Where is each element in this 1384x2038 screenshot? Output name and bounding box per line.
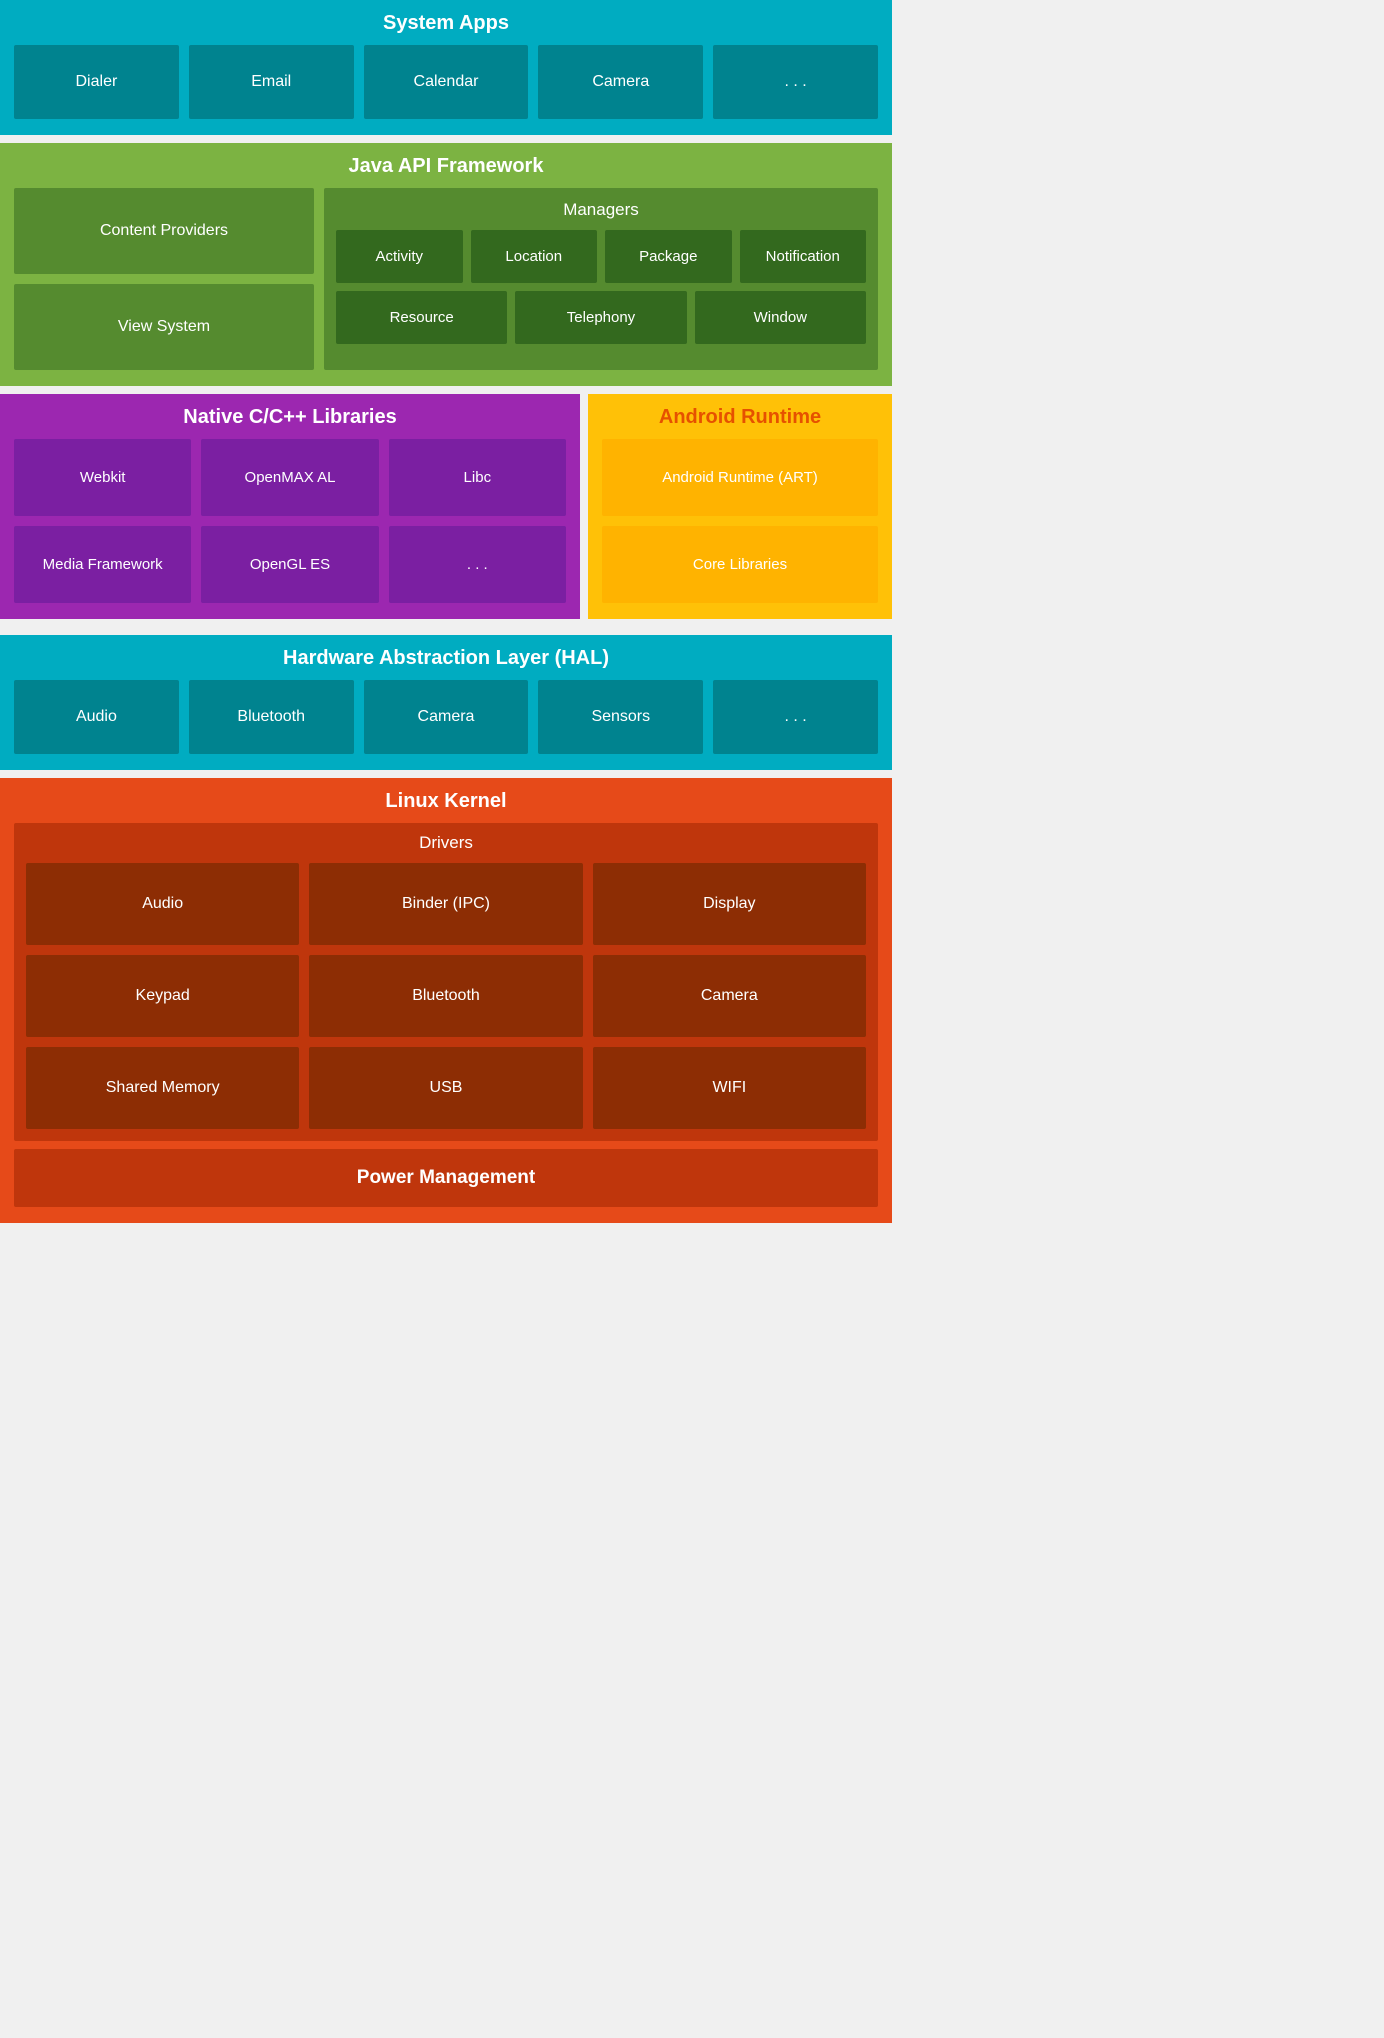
- manager-notification: Notification: [740, 230, 867, 283]
- app-more: . . .: [713, 45, 878, 119]
- native-openmax: OpenMAX AL: [201, 439, 378, 516]
- driver-binder: Binder (IPC): [309, 863, 582, 945]
- app-dialer: Dialer: [14, 45, 179, 119]
- managers-row2: Resource Telephony Window: [336, 291, 866, 344]
- manager-telephony: Telephony: [515, 291, 686, 344]
- linux-kernel-title: Linux Kernel: [14, 790, 878, 813]
- view-system-box: View System: [14, 284, 314, 370]
- driver-keypad: Keypad: [26, 955, 299, 1037]
- drivers-grid: Audio Binder (IPC) Display Keypad Blueto…: [26, 863, 866, 1129]
- hal-audio: Audio: [14, 680, 179, 754]
- java-api-title: Java API Framework: [14, 155, 878, 178]
- driver-bluetooth: Bluetooth: [309, 955, 582, 1037]
- native-libc: Libc: [389, 439, 566, 516]
- driver-shared-memory: Shared Memory: [26, 1047, 299, 1129]
- driver-audio: Audio: [26, 863, 299, 945]
- native-more: . . .: [389, 526, 566, 603]
- hal-bluetooth: Bluetooth: [189, 680, 354, 754]
- drivers-title: Drivers: [26, 833, 866, 853]
- hal-more: . . .: [713, 680, 878, 754]
- managers-section: Managers Activity Location Package Notif…: [324, 188, 878, 370]
- android-runtime-layer: Android Runtime Android Runtime (ART) Co…: [588, 394, 892, 619]
- driver-usb: USB: [309, 1047, 582, 1129]
- content-providers-box: Content Providers: [14, 188, 314, 274]
- java-api-layer: Java API Framework Content Providers Vie…: [0, 143, 892, 386]
- manager-location: Location: [471, 230, 598, 283]
- java-left: Content Providers View System: [14, 188, 314, 370]
- java-inner: Content Providers View System Managers A…: [14, 188, 878, 370]
- app-calendar: Calendar: [364, 45, 529, 119]
- driver-camera: Camera: [593, 955, 866, 1037]
- hal-title: Hardware Abstraction Layer (HAL): [14, 647, 878, 670]
- managers-row1: Activity Location Package Notification: [336, 230, 866, 283]
- native-libs-title: Native C/C++ Libraries: [14, 406, 566, 429]
- manager-package: Package: [605, 230, 732, 283]
- app-email: Email: [189, 45, 354, 119]
- manager-resource: Resource: [336, 291, 507, 344]
- system-apps-layer: System Apps Dialer Email Calendar Camera…: [0, 0, 892, 135]
- system-apps-title: System Apps: [14, 12, 878, 35]
- native-runtime-row: Native C/C++ Libraries Webkit OpenMAX AL…: [0, 394, 892, 627]
- native-media: Media Framework: [14, 526, 191, 603]
- driver-display: Display: [593, 863, 866, 945]
- android-runtime-title: Android Runtime: [602, 406, 878, 429]
- native-grid: Webkit OpenMAX AL Libc Media Framework O…: [14, 439, 566, 603]
- apps-row: Dialer Email Calendar Camera . . .: [14, 45, 878, 119]
- linux-kernel-layer: Linux Kernel Drivers Audio Binder (IPC) …: [0, 778, 892, 1223]
- native-libs-layer: Native C/C++ Libraries Webkit OpenMAX AL…: [0, 394, 580, 619]
- manager-window: Window: [695, 291, 866, 344]
- hal-layer: Hardware Abstraction Layer (HAL) Audio B…: [0, 635, 892, 770]
- runtime-grid: Android Runtime (ART) Core Libraries: [602, 439, 878, 603]
- runtime-art: Android Runtime (ART): [602, 439, 878, 516]
- manager-activity: Activity: [336, 230, 463, 283]
- hal-camera: Camera: [364, 680, 529, 754]
- hal-sensors: Sensors: [538, 680, 703, 754]
- kernel-inner: Drivers Audio Binder (IPC) Display Keypa…: [14, 823, 878, 1141]
- driver-wifi: WIFI: [593, 1047, 866, 1129]
- runtime-core-libs: Core Libraries: [602, 526, 878, 603]
- hal-row: Audio Bluetooth Camera Sensors . . .: [14, 680, 878, 754]
- managers-title: Managers: [336, 200, 866, 220]
- native-webkit: Webkit: [14, 439, 191, 516]
- app-camera: Camera: [538, 45, 703, 119]
- power-management: Power Management: [14, 1149, 878, 1207]
- native-opengl: OpenGL ES: [201, 526, 378, 603]
